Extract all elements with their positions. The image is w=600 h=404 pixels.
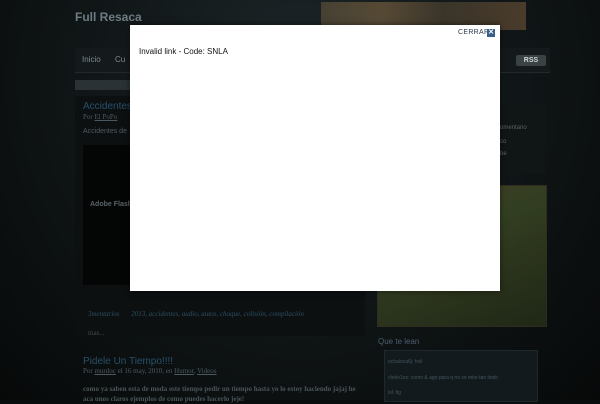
post2-meta-prefix: Por xyxy=(83,367,93,375)
post2-author-link[interactable]: murdoc xyxy=(94,367,115,375)
post2-category-humor[interactable]: Humor xyxy=(174,367,194,375)
comment-user[interactable]: lol xyxy=(388,390,393,396)
post-excerpt: Accidentes de xyxy=(83,128,127,135)
comment-user[interactable]: ochaloca6j xyxy=(388,359,412,365)
comments-link[interactable]: 3mentarios xyxy=(88,310,120,318)
sidebar-heading: Que te lean xyxy=(378,337,420,346)
comment-user[interactable]: chelo1ez xyxy=(388,375,408,381)
sidebar-line: omentario xyxy=(500,125,527,131)
post2-date: el 16 may, 2010, en xyxy=(117,367,173,375)
sidebar-line: co xyxy=(500,139,507,145)
comment-text: como & ago para q no se mire tan lindo xyxy=(410,375,499,381)
site-title[interactable]: Full Resaca xyxy=(75,10,142,24)
close-icon[interactable]: ✕ xyxy=(487,29,495,37)
sidebar-line: be xyxy=(500,151,507,157)
comment-text: holi xyxy=(414,359,423,365)
rss-button[interactable]: RSS xyxy=(516,55,546,66)
search-bar[interactable] xyxy=(75,80,135,90)
nav-item-cu[interactable]: Cu xyxy=(115,55,125,64)
post2-title[interactable]: Pidele Un Tiempo!!!! xyxy=(83,356,173,367)
post2-meta: Por murdoc el 16 may, 2010, en Humor, Vi… xyxy=(83,367,217,375)
post2-category-videos[interactable]: Videos xyxy=(197,367,216,375)
post-meta-prefix: Por xyxy=(83,113,93,121)
post2-excerpt: como ya saben esta de moda este tiempo p… xyxy=(83,385,356,403)
modal-dialog xyxy=(130,25,500,291)
post-title[interactable]: Accidentes xyxy=(83,101,132,112)
modal-message: Invalid link - Code: SNLA xyxy=(139,47,228,56)
nav-item-inicio[interactable]: Inicio xyxy=(82,55,101,64)
comment-item[interactable]: lol: fig xyxy=(388,390,401,396)
close-button-label[interactable]: CERRAR xyxy=(458,29,489,36)
post-meta: Por El PoPo xyxy=(83,113,117,121)
comment-item[interactable]: ochaloca6j: holi xyxy=(388,359,422,365)
flash-placeholder-text: Adobe Flash xyxy=(90,201,133,208)
post-author-link[interactable]: El PoPo xyxy=(94,113,117,121)
comment-text: fig xyxy=(395,390,402,396)
more-link[interactable]: mas... xyxy=(88,329,105,337)
post-tags: 3mentarios 2013, accidentes, audio, auto… xyxy=(88,310,314,318)
tags-list[interactable]: 2013, accidentes, audio, autos, choque, … xyxy=(131,310,304,318)
comment-item[interactable]: chelo1ez: como & ago para q no se mire t… xyxy=(388,375,498,381)
